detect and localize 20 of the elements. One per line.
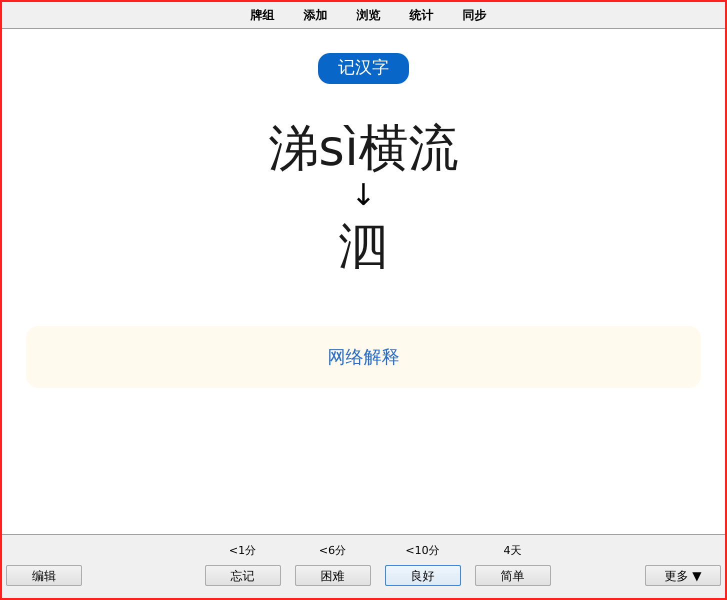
more-button[interactable]: 更多 ▼ [645,565,721,586]
answer-button[interactable]: 良好 [384,565,460,586]
phrase-text: 涕sì横流 [268,118,458,178]
answer-button[interactable]: 简单 [474,565,550,586]
menu-item[interactable]: 统计 [408,6,436,24]
answer-button[interactable]: 忘记 [204,565,280,586]
menu-item[interactable]: 添加 [302,6,330,24]
interval-label: <1分 [228,542,256,558]
arrow-text: ↓ [350,178,376,214]
menu-item[interactable]: 牌组 [248,6,276,24]
interval-label: 4天 [504,542,522,558]
web-explanation-link[interactable]: 网络解释 [328,344,400,370]
interval-label: <6分 [318,542,346,558]
answer-text: 泗 [338,216,388,277]
tag-badge: 记汉字 [318,53,409,84]
interval-label: <10分 [405,542,440,558]
edit-button[interactable]: 编辑 [6,565,82,586]
menu-item[interactable]: 同步 [460,6,488,24]
answer-button[interactable]: 困难 [294,565,370,586]
menu-item[interactable]: 浏览 [354,6,382,24]
